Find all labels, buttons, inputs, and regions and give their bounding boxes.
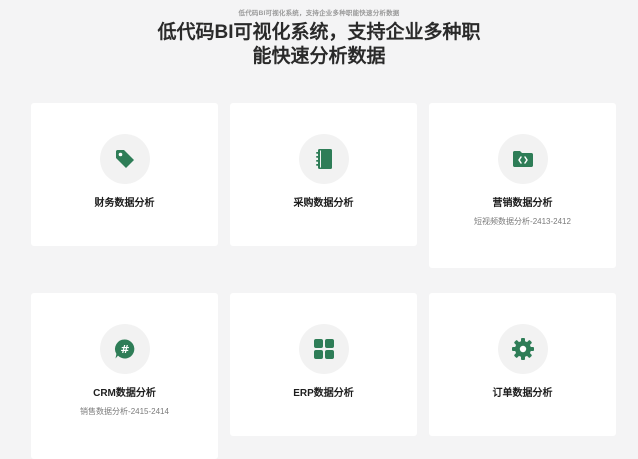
hashtag-chat-icon: #: [99, 324, 150, 374]
card-title: 采购数据分析: [293, 198, 354, 209]
card-subtitle: 销售数据分析-2415-2414: [80, 407, 169, 416]
card-title: CRM数据分析: [93, 388, 156, 399]
page-title: 低代码BI可视化系统，支持企业多种职 能快速分析数据: [0, 21, 638, 69]
card-subtitle: 短视频数据分析-2413-2412: [474, 217, 571, 226]
card-erp[interactable]: ERP数据分析: [230, 293, 417, 436]
notebook-icon: [298, 134, 349, 184]
card-title: ERP数据分析: [293, 388, 354, 399]
card-crm[interactable]: # CRM数据分析 销售数据分析-2415-2414: [31, 293, 218, 459]
tag-icon: [99, 134, 150, 184]
card-finance[interactable]: 财务数据分析: [31, 103, 218, 246]
card-title: 营销数据分析: [492, 198, 553, 209]
page-eyebrow: 低代码BI可视化系统，支持企业多种职能快速分析数据: [238, 10, 400, 17]
card-marketing[interactable]: 营销数据分析 短视频数据分析-2413-2412: [429, 103, 616, 268]
page-title-line-2: 能快速分析数据: [252, 46, 386, 67]
svg-text:#: #: [120, 343, 129, 356]
grid-icon: [298, 324, 349, 374]
card-title: 订单数据分析: [492, 388, 553, 399]
card-orders[interactable]: 订单数据分析: [429, 293, 616, 436]
folder-code-icon: [497, 134, 548, 184]
card-title: 财务数据分析: [94, 198, 155, 209]
card-procurement[interactable]: 采购数据分析: [230, 103, 417, 246]
gear-icon: [497, 324, 548, 374]
page-title-line-1: 低代码BI可视化系统，支持企业多种职: [157, 22, 481, 43]
